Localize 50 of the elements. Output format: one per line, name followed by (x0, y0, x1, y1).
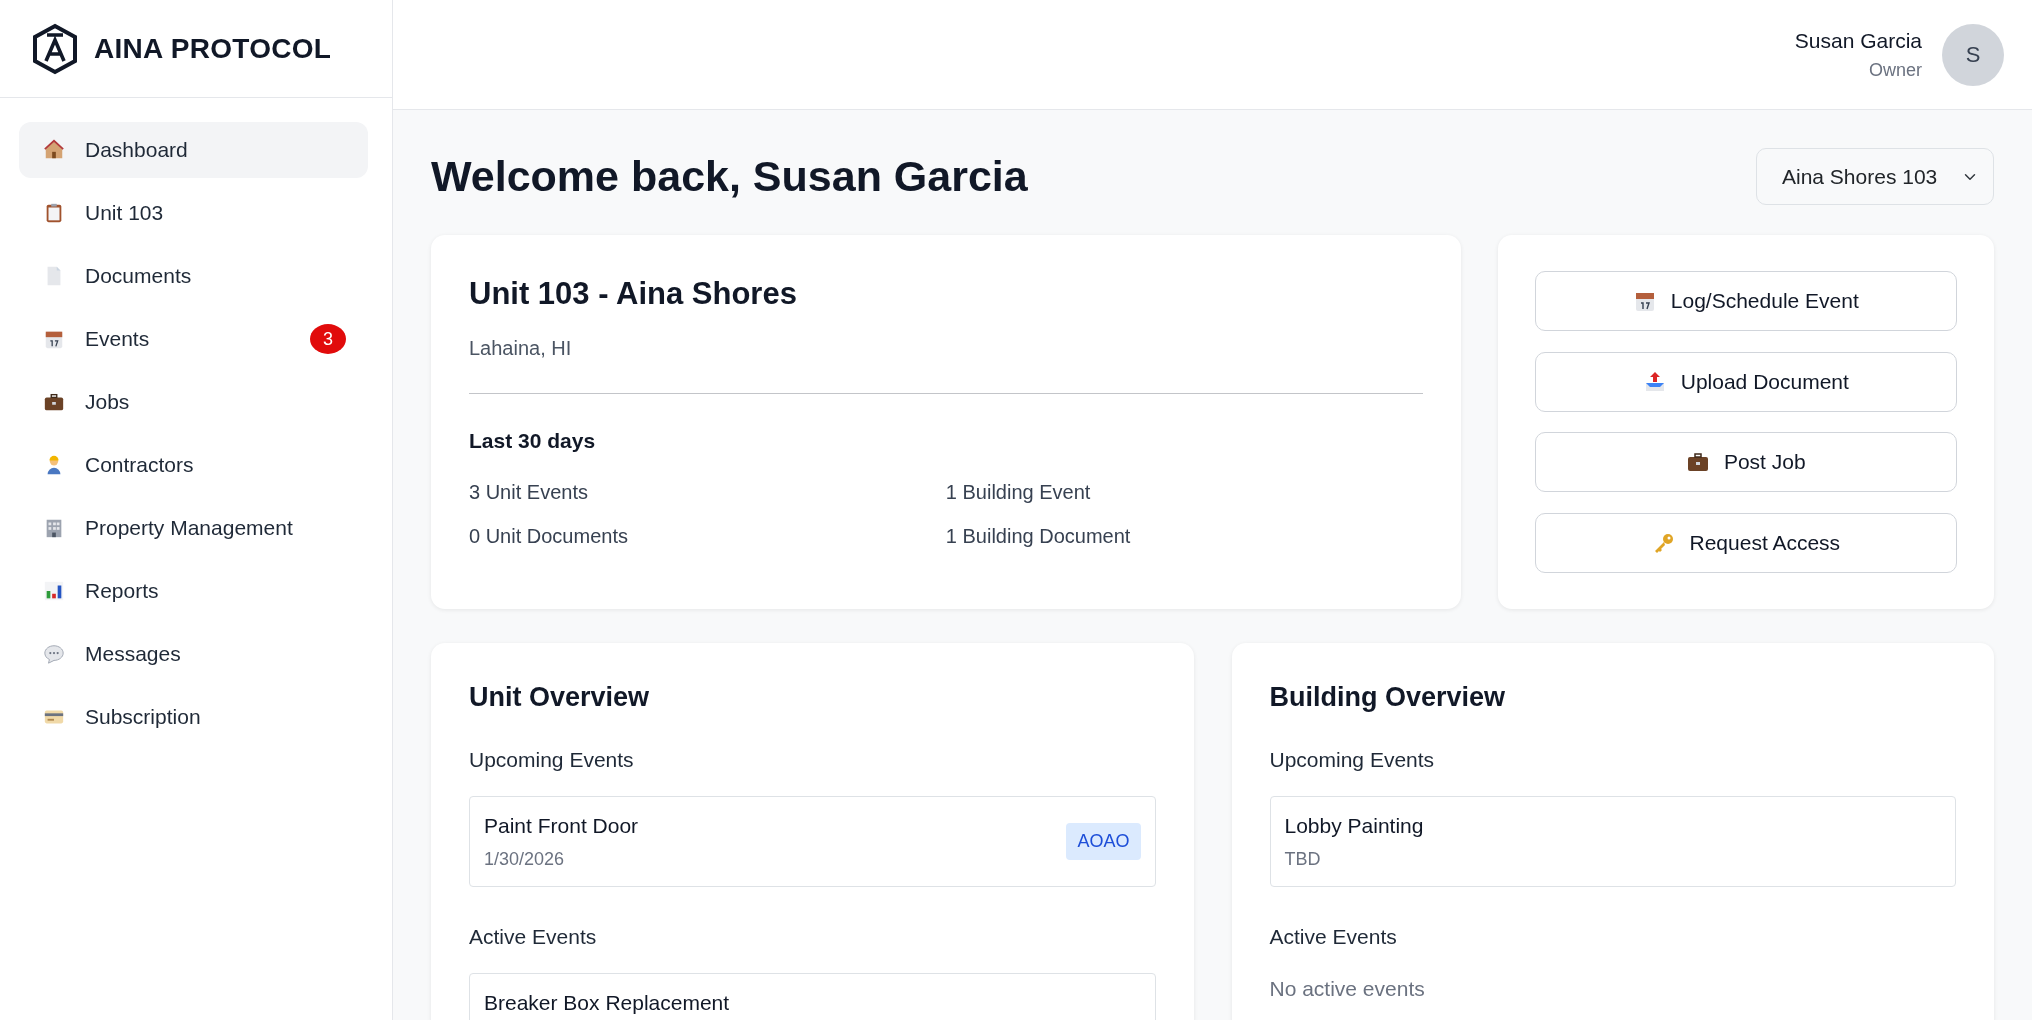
brand-name: AINA PROTOCOL (94, 31, 332, 66)
speech-bubble-icon (43, 643, 65, 665)
page-title: Welcome back, Susan Garcia (431, 150, 1028, 202)
event-title: Lobby Painting (1284, 812, 1424, 839)
event-row[interactable]: Paint Front Door 1/30/2026 AOAO (469, 795, 1156, 888)
action-button[interactable]: Upload Document (1534, 351, 1957, 412)
sidebar-item[interactable]: Property Management (19, 500, 368, 556)
sidebar-item[interactable]: Contractors (19, 437, 368, 493)
property-select[interactable]: Aina Shores 103 (1756, 148, 1994, 205)
card-title: Unit Overview (469, 680, 651, 713)
empty-text: No active events (1269, 976, 1426, 1003)
location-text: Lahaina, HI (469, 335, 573, 361)
house-icon (43, 139, 65, 161)
sidebar-item[interactable]: Dashboard (19, 122, 368, 178)
event-date: 1/30/2026 (484, 848, 566, 872)
event-tag: AOAO (1066, 822, 1141, 860)
section-heading: Upcoming Events (469, 746, 635, 773)
event-row[interactable]: Breaker Box Replacement (469, 973, 1156, 1020)
event-title: Paint Front Door (484, 812, 639, 839)
briefcase-icon (43, 391, 65, 413)
sidebar-item[interactable]: Events 3 (19, 311, 368, 367)
user-role: Owner (1868, 58, 1922, 82)
sidebar-item[interactable]: Reports (19, 563, 368, 619)
user-name: Susan Garcia (1794, 28, 1922, 55)
card-title: Unit 103 - Aina Shores (469, 275, 798, 313)
stat-text: 3 Unit Events (469, 480, 589, 506)
stat-text: 1 Building Event (945, 480, 1092, 506)
sidebar-item[interactable]: Documents (19, 248, 368, 304)
action-button[interactable]: Request Access (1534, 512, 1957, 573)
briefcase-icon (1685, 450, 1710, 474)
event-date: TBD (1284, 848, 1322, 872)
section-heading: Upcoming Events (1269, 746, 1436, 773)
action-button[interactable]: Log/Schedule Event (1534, 271, 1957, 331)
event-row[interactable]: Lobby Painting TBD (1269, 795, 1956, 888)
period-label: Last 30 days (469, 428, 597, 455)
avatar[interactable]: S (1942, 23, 2004, 86)
section-heading: Active Events (469, 924, 598, 951)
logo-icon (30, 22, 80, 75)
section-heading: Active Events (1269, 924, 1398, 951)
sidebar-item[interactable]: Jobs (19, 374, 368, 430)
count-badge: 3 (310, 324, 346, 354)
event-title: Breaker Box Replacement (484, 990, 730, 1017)
sidebar-item[interactable]: Messages (19, 626, 368, 682)
stat-text: 0 Unit Documents (469, 524, 629, 550)
stat-text: 1 Building Document (945, 524, 1132, 550)
bar-chart-icon (43, 580, 65, 602)
card-title: Building Overview (1269, 680, 1507, 713)
sidebar-item[interactable]: Unit 103 (19, 185, 368, 241)
action-button[interactable]: Post Job (1534, 432, 1957, 492)
sidebar-item[interactable]: Subscription (19, 689, 368, 745)
